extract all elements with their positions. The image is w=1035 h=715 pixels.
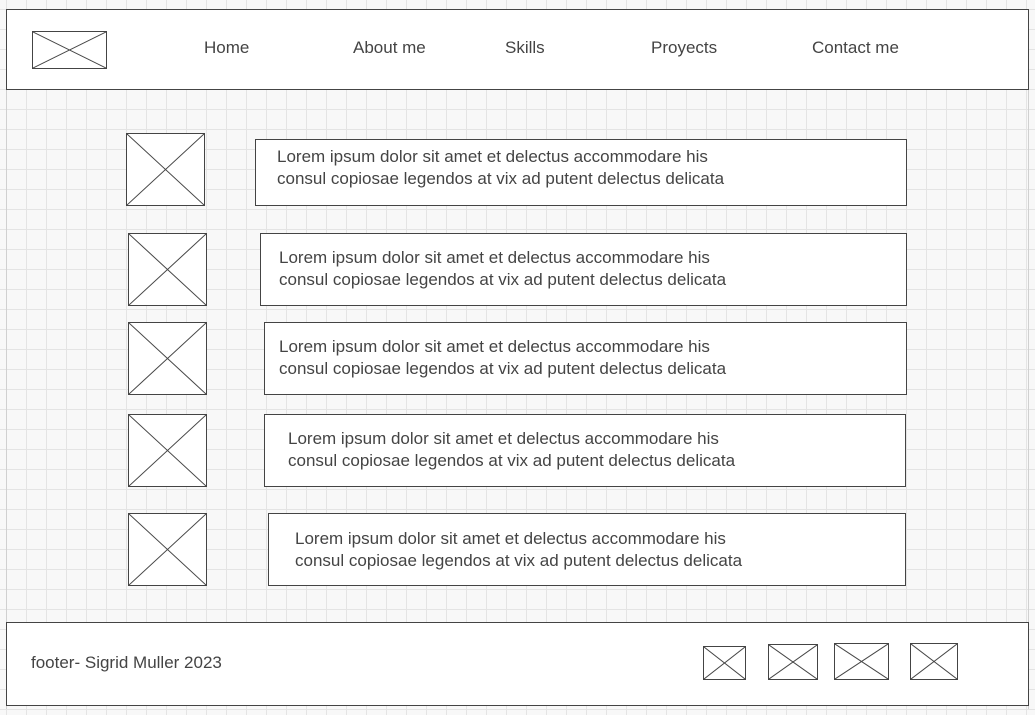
nav-skills[interactable]: Skills xyxy=(505,38,545,58)
content-text-line: Lorem ipsum dolor sit amet et delectus a… xyxy=(279,337,710,356)
social-icon[interactable] xyxy=(768,644,818,680)
content-text: Lorem ipsum dolor sit amet et delectus a… xyxy=(279,336,726,380)
content-text: Lorem ipsum dolor sit amet et delectus a… xyxy=(295,528,742,572)
content-text: Lorem ipsum dolor sit amet et delectus a… xyxy=(279,247,726,291)
image-placeholder-icon xyxy=(128,233,207,306)
content-text-line: consul copiosae legendos at vix ad puten… xyxy=(279,359,727,378)
content-text-line: Lorem ipsum dolor sit amet et delectus a… xyxy=(288,429,719,448)
content-text-line: consul copiosae legendos at vix ad puten… xyxy=(279,270,727,289)
nav-proyects[interactable]: Proyects xyxy=(651,38,717,58)
social-icon[interactable] xyxy=(834,643,889,680)
content-text-line: Lorem ipsum dolor sit amet et delectus a… xyxy=(295,529,726,548)
nav-home[interactable]: Home xyxy=(204,38,249,58)
image-placeholder-icon xyxy=(128,414,207,487)
nav-about-me[interactable]: About me xyxy=(353,38,426,58)
content-text: Lorem ipsum dolor sit amet et delectus a… xyxy=(277,146,724,190)
image-placeholder-icon xyxy=(128,513,207,586)
image-placeholder-icon xyxy=(126,133,205,206)
social-icon[interactable] xyxy=(703,646,746,680)
content-text-line: consul copiosae legendos at vix ad puten… xyxy=(288,451,736,470)
content-text-line: Lorem ipsum dolor sit amet et delectus a… xyxy=(277,147,708,166)
content-text: Lorem ipsum dolor sit amet et delectus a… xyxy=(288,428,735,472)
image-placeholder-icon xyxy=(128,322,207,395)
logo-placeholder-icon[interactable] xyxy=(32,31,107,69)
content-text-line: Lorem ipsum dolor sit amet et delectus a… xyxy=(279,248,710,267)
nav-contact-me[interactable]: Contact me xyxy=(812,38,899,58)
content-text-line: consul copiosae legendos at vix ad puten… xyxy=(295,551,743,570)
social-icon[interactable] xyxy=(910,643,958,680)
content-text-line: consul copiosae legendos at vix ad puten… xyxy=(277,169,725,188)
footer-text: footer- Sigrid Muller 2023 xyxy=(31,653,222,672)
